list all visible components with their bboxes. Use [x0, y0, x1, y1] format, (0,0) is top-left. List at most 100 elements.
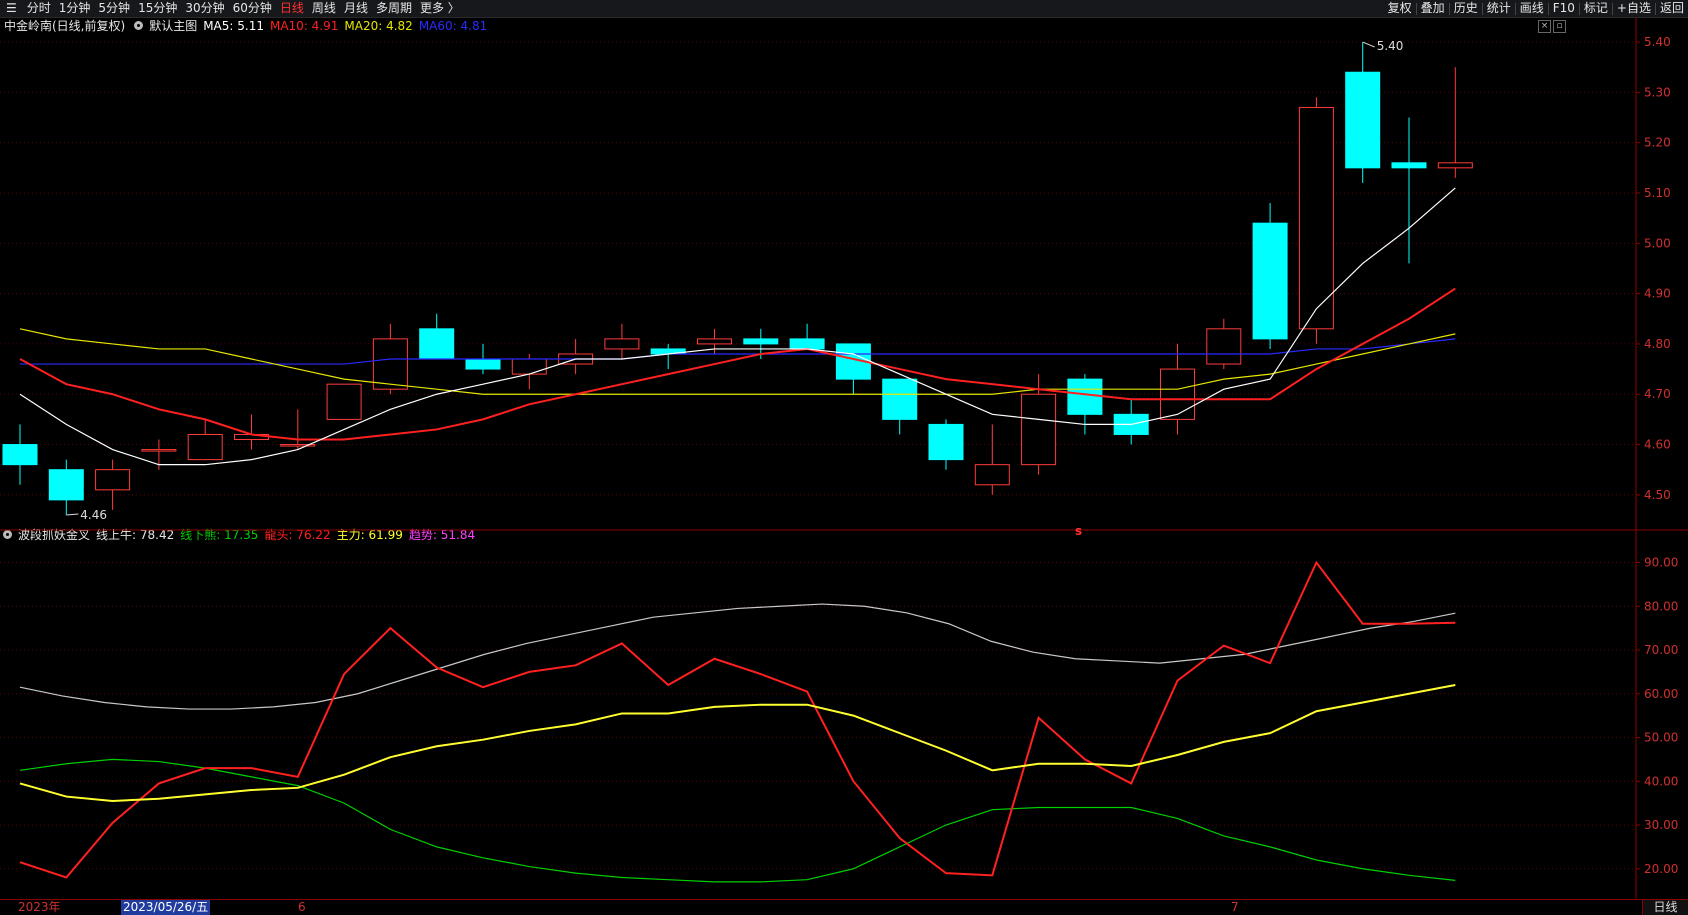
- period-label[interactable]: 日线: [1642, 900, 1688, 915]
- ma5-value: MA5: 5.11: [203, 18, 264, 33]
- top-toolbar: ☰ 分时 1分钟 5分钟 15分钟 30分钟 60分钟 日线 周线 月线 多周期…: [0, 0, 1688, 18]
- adjust-price-button[interactable]: 复权: [1384, 0, 1416, 17]
- tab-period-1min[interactable]: 1分钟: [55, 0, 95, 17]
- time-axis: 2023年 2023/05/26/五 6 7 日线: [0, 899, 1688, 915]
- tab-period-more[interactable]: 更多 〉: [416, 0, 464, 17]
- tool-buttons: 复权 叠加 历史 统计 画线 F10 标记 +自选 返回: [1384, 0, 1688, 17]
- dragon-head-series: [19, 560, 1456, 879]
- axis-year-label: 2023年: [18, 900, 61, 914]
- draw-line-button[interactable]: 画线: [1516, 0, 1548, 17]
- candle-body: [465, 358, 501, 370]
- ex-rights-marker: s: [1075, 524, 1082, 538]
- candle-body: [1067, 378, 1103, 415]
- candle-body: [95, 469, 131, 491]
- axis-cursor-date: 2023/05/26/五: [121, 900, 211, 915]
- low-marker-arrow: [66, 513, 79, 516]
- price-tick-label: 4.90: [1644, 287, 1671, 301]
- sub-indicator-name[interactable]: 波段抓妖金叉: [18, 526, 90, 543]
- mark-button[interactable]: 标记: [1580, 0, 1612, 17]
- candle-body: [604, 338, 640, 350]
- ma20-value: MA20: 4.82: [344, 18, 413, 33]
- line-up-value: 线上牛: 78.42: [96, 528, 175, 542]
- settings-icon[interactable]: [134, 21, 144, 30]
- period-tabs: ☰ 分时 1分钟 5分钟 15分钟 30分钟 60分钟 日线 周线 月线 多周期…: [0, 0, 464, 17]
- candle-body: [1345, 71, 1381, 169]
- kline-chart[interactable]: 5.40 5.30 5.20 5.10 5.00 4.90 4.80 4.70 4.60 4.50…: [0, 0, 1688, 914]
- statistics-button[interactable]: 统计: [1483, 0, 1515, 17]
- candle-body: [650, 348, 686, 355]
- dragon-head-value: 龍头: 76.22: [264, 528, 331, 542]
- candle-body: [419, 328, 455, 360]
- candle-body: [280, 444, 316, 447]
- price-tick-label: 4.60: [1644, 438, 1671, 452]
- close-icon[interactable]: ×: [1538, 20, 1551, 33]
- candle-body: [141, 449, 177, 452]
- candle-body: [743, 338, 779, 345]
- tab-period-30min[interactable]: 30分钟: [181, 0, 228, 17]
- axis-month-7: 7: [1231, 900, 1239, 914]
- candle-body: [974, 464, 1010, 486]
- candle-body: [1160, 368, 1195, 420]
- candle-body: [928, 423, 964, 461]
- tab-period-fenshi[interactable]: 分时: [23, 0, 55, 17]
- tab-period-60min[interactable]: 60分钟: [229, 0, 276, 17]
- ma10-line: [19, 287, 1456, 441]
- price-tick-label: 4.80: [1644, 337, 1671, 351]
- tab-period-5min[interactable]: 5分钟: [94, 0, 134, 17]
- indicator-tick-label: 50.00: [1644, 731, 1678, 745]
- indicator-tick-label: 70.00: [1644, 643, 1678, 657]
- settings-icon[interactable]: [3, 530, 12, 539]
- candle-body: [558, 353, 594, 365]
- candle-body: [1437, 162, 1473, 169]
- candle-body: [789, 338, 825, 350]
- history-button[interactable]: 历史: [1450, 0, 1482, 17]
- candle-body: [1391, 162, 1427, 169]
- candle-body: [1298, 106, 1334, 330]
- add-favorite-button[interactable]: +自选: [1613, 0, 1655, 17]
- indicator-tick-label: 60.00: [1644, 687, 1678, 701]
- candle-body: [1206, 328, 1242, 365]
- price-tick-label: 5.40: [1644, 35, 1671, 49]
- candle-body: [326, 383, 362, 420]
- back-button[interactable]: 返回: [1656, 0, 1688, 17]
- main-force-series: [19, 684, 1456, 802]
- candle-body: [2, 444, 38, 466]
- f10-button[interactable]: F10: [1549, 0, 1579, 17]
- candle-body: [882, 378, 918, 420]
- indicator-tick-label: 30.00: [1644, 818, 1678, 832]
- tab-period-weekly[interactable]: 周线: [308, 0, 340, 17]
- ma60-value: MA60: 4.81: [418, 18, 488, 33]
- line-up-series: [19, 603, 1456, 710]
- price-tick-label: 5.20: [1644, 136, 1671, 150]
- tab-period-multi[interactable]: 多周期: [372, 0, 416, 17]
- main-indicator-legend: 中金岭南(日线,前复权) 默认主图 MA5: 5.11 MA10: 4.91 M…: [0, 17, 493, 34]
- line-down-value: 线下熊: 17.35: [180, 528, 259, 542]
- candle-body: [48, 469, 84, 501]
- tab-period-monthly[interactable]: 月线: [340, 0, 372, 17]
- low-marker-label: 4.46: [80, 508, 107, 522]
- candle-body: [697, 338, 732, 345]
- price-tick-label: 5.00: [1644, 236, 1671, 250]
- tab-period-daily[interactable]: 日线: [276, 0, 308, 17]
- price-tick-label: 4.50: [1644, 488, 1671, 502]
- indicator-tick-label: 80.00: [1644, 599, 1678, 613]
- tab-period-15min[interactable]: 15分钟: [134, 0, 181, 17]
- main-force-value: 主力: 61.99: [336, 528, 403, 542]
- candle-body: [234, 433, 269, 441]
- candle-body: [835, 343, 871, 380]
- ma10-value: MA10: 4.91: [269, 18, 339, 33]
- indicator-tick-label: 20.00: [1644, 862, 1678, 876]
- candle-body: [1021, 393, 1057, 466]
- indicator-tick-label: 40.00: [1644, 774, 1678, 788]
- trend-value: 趋势: 51.84: [408, 528, 476, 542]
- stock-label[interactable]: 中金岭南(日线,前复权): [4, 17, 125, 34]
- ma20-line: [19, 328, 1456, 395]
- overlay-button[interactable]: 叠加: [1417, 0, 1449, 17]
- menu-icon[interactable]: ☰: [0, 0, 23, 17]
- candle-body: [187, 433, 223, 461]
- ma60-line: [20, 338, 1456, 365]
- candle-body: [1113, 413, 1149, 435]
- ma5-line: [19, 187, 1456, 466]
- expand-icon[interactable]: ▫: [1553, 20, 1566, 33]
- main-indicator-name[interactable]: 默认主图: [149, 17, 197, 34]
